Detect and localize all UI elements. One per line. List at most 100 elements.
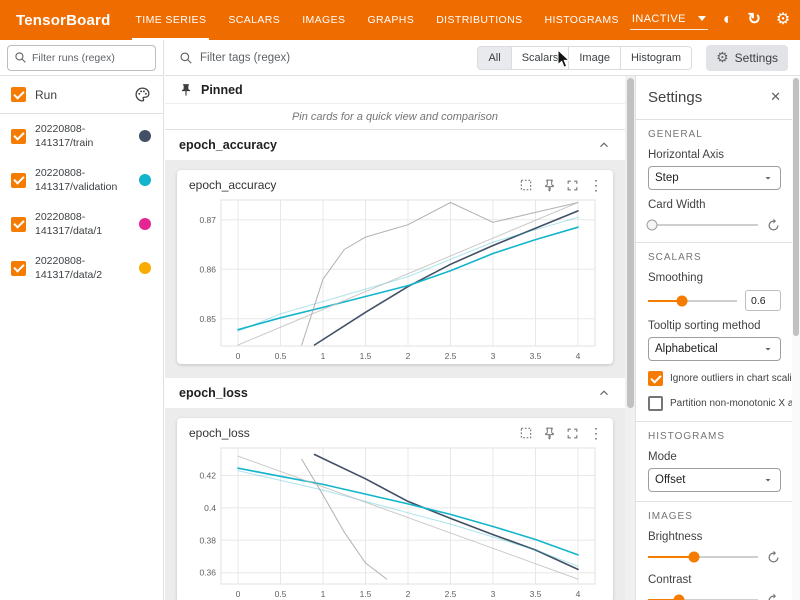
reset-icon[interactable] [766, 218, 781, 233]
run-checkbox[interactable] [11, 217, 26, 232]
chevron-down-icon [762, 474, 774, 486]
smoothing-slider[interactable] [648, 300, 737, 302]
smoothing-input[interactable]: 0.6 [745, 290, 781, 311]
chevron-up-icon[interactable] [597, 138, 611, 152]
run-label: 20220808-141317/train [35, 122, 130, 150]
slider-thumb[interactable] [689, 552, 700, 563]
reload-status-dropdown[interactable]: INACTIVE [630, 11, 708, 30]
refresh-icon[interactable] [748, 12, 761, 28]
contrast-label: Contrast [648, 574, 781, 586]
main-scrollbar[interactable] [625, 76, 635, 600]
svg-text:0.5: 0.5 [275, 589, 287, 599]
pin-card-icon[interactable] [543, 427, 556, 440]
section-epoch-loss[interactable]: epoch_loss [165, 378, 625, 408]
run-label: 20220808-141317/data/1 [35, 210, 130, 238]
more-options-icon[interactable] [589, 178, 603, 192]
tags-filter-input[interactable] [200, 52, 469, 64]
selection-box-icon[interactable] [519, 426, 533, 440]
svg-text:1: 1 [321, 351, 326, 361]
selection-box-icon[interactable] [519, 178, 533, 192]
slider-thumb[interactable] [676, 295, 687, 306]
runs-filter-input[interactable] [32, 52, 149, 64]
app-header: TensorBoard TIME SERIES SCALARS IMAGES G… [0, 0, 800, 40]
slider-thumb[interactable] [673, 595, 684, 600]
svg-text:2.5: 2.5 [445, 351, 457, 361]
ignore-outliers-checkbox[interactable] [648, 371, 663, 386]
run-row-data-2[interactable]: 20220808-141317/data/2 [0, 246, 163, 290]
run-row-data-1[interactable]: 20220808-141317/data/1 [0, 202, 163, 246]
tab-scalars[interactable]: SCALARS [217, 0, 291, 40]
histogram-mode-select[interactable]: Offset [648, 468, 781, 492]
card-header: epoch_loss [177, 418, 613, 442]
ignore-outliers-label: Ignore outliers in chart scaling [670, 373, 800, 384]
scrollbar-thumb[interactable] [627, 78, 634, 408]
svg-text:1.5: 1.5 [360, 589, 372, 599]
run-color-dot[interactable] [139, 218, 151, 230]
settings-button-label: Settings [735, 51, 778, 65]
select-all-runs-checkbox[interactable] [11, 87, 26, 102]
filter-button-scalars[interactable]: Scalars [512, 46, 570, 70]
svg-text:3.5: 3.5 [530, 351, 542, 361]
tab-histograms[interactable]: HISTOGRAMS [533, 0, 629, 40]
more-options-icon[interactable] [589, 426, 603, 440]
section-epoch-accuracy[interactable]: epoch_accuracy [165, 130, 625, 160]
run-row-train[interactable]: 20220808-141317/train [0, 114, 163, 158]
tab-time-series[interactable]: TIME SERIES [124, 0, 217, 40]
slider-thumb[interactable] [647, 220, 658, 231]
run-color-dot[interactable] [139, 262, 151, 274]
card-header: epoch_accuracy [177, 170, 613, 194]
card-width-slider[interactable] [648, 224, 758, 226]
palette-icon[interactable] [134, 86, 151, 103]
filter-button-image[interactable]: Image [569, 46, 621, 70]
epoch-accuracy-chart[interactable]: 00.511.522.533.540.850.860.87 [185, 194, 605, 364]
main-nav: TIME SERIES SCALARS IMAGES GRAPHS DISTRI… [124, 0, 629, 40]
tags-filter-box[interactable] [179, 51, 469, 65]
scrollbar-thumb[interactable] [793, 78, 799, 336]
filter-button-all[interactable]: All [477, 46, 511, 70]
search-icon [14, 51, 27, 64]
pinned-section-header: Pinned [165, 76, 625, 104]
filter-button-histogram[interactable]: Histogram [621, 46, 692, 70]
tab-images[interactable]: IMAGES [291, 0, 356, 40]
fullscreen-icon[interactable] [566, 179, 579, 192]
svg-text:0: 0 [236, 351, 241, 361]
settings-button[interactable]: Settings [706, 45, 788, 71]
svg-text:0.86: 0.86 [199, 264, 216, 274]
images-section-label: IMAGES [648, 511, 781, 522]
ignore-outliers-row[interactable]: Ignore outliers in chart scaling [648, 371, 781, 386]
card-title: epoch_accuracy [189, 178, 276, 192]
mode-label: Mode [648, 451, 781, 463]
histogram-mode-value: Offset [655, 474, 685, 486]
run-checkbox[interactable] [11, 129, 26, 144]
tag-type-filter-group: All Scalars Image Histogram [477, 46, 692, 70]
run-color-dot[interactable] [139, 174, 151, 186]
run-color-dot[interactable] [139, 130, 151, 142]
partition-x-axis-checkbox[interactable] [648, 396, 663, 411]
settings-gear-icon[interactable] [776, 12, 790, 28]
run-row-validation[interactable]: 20220808-141317/validation [0, 158, 163, 202]
chevron-up-icon[interactable] [597, 386, 611, 400]
general-section-label: GENERAL [648, 129, 781, 140]
settings-scrollbar[interactable] [792, 76, 800, 600]
brightness-slider[interactable] [648, 556, 758, 558]
reset-icon[interactable] [766, 593, 781, 600]
close-icon[interactable] [770, 89, 781, 105]
tab-distributions[interactable]: DISTRIBUTIONS [425, 0, 533, 40]
epoch-loss-chart[interactable]: 00.511.522.533.540.360.380.40.42 [185, 442, 605, 600]
svg-text:0.4: 0.4 [204, 503, 216, 513]
horizontal-axis-select[interactable]: Step [648, 166, 781, 190]
epoch-loss-card: epoch_loss 00.511.522.533.540.360.380.40… [177, 418, 613, 600]
pinned-title: Pinned [201, 83, 243, 97]
theme-toggle-icon[interactable] [723, 12, 733, 28]
pin-card-icon[interactable] [543, 179, 556, 192]
chevron-down-icon [762, 172, 774, 184]
svg-text:0: 0 [236, 589, 241, 599]
tooltip-sorting-select[interactable]: Alphabetical [648, 337, 781, 361]
run-checkbox[interactable] [11, 173, 26, 188]
reset-icon[interactable] [766, 550, 781, 565]
run-checkbox[interactable] [11, 261, 26, 276]
fullscreen-icon[interactable] [566, 427, 579, 440]
partition-x-axis-row[interactable]: Partition non-monotonic X axis [648, 396, 781, 411]
runs-filter-box[interactable] [7, 45, 156, 71]
tab-graphs[interactable]: GRAPHS [356, 0, 425, 40]
